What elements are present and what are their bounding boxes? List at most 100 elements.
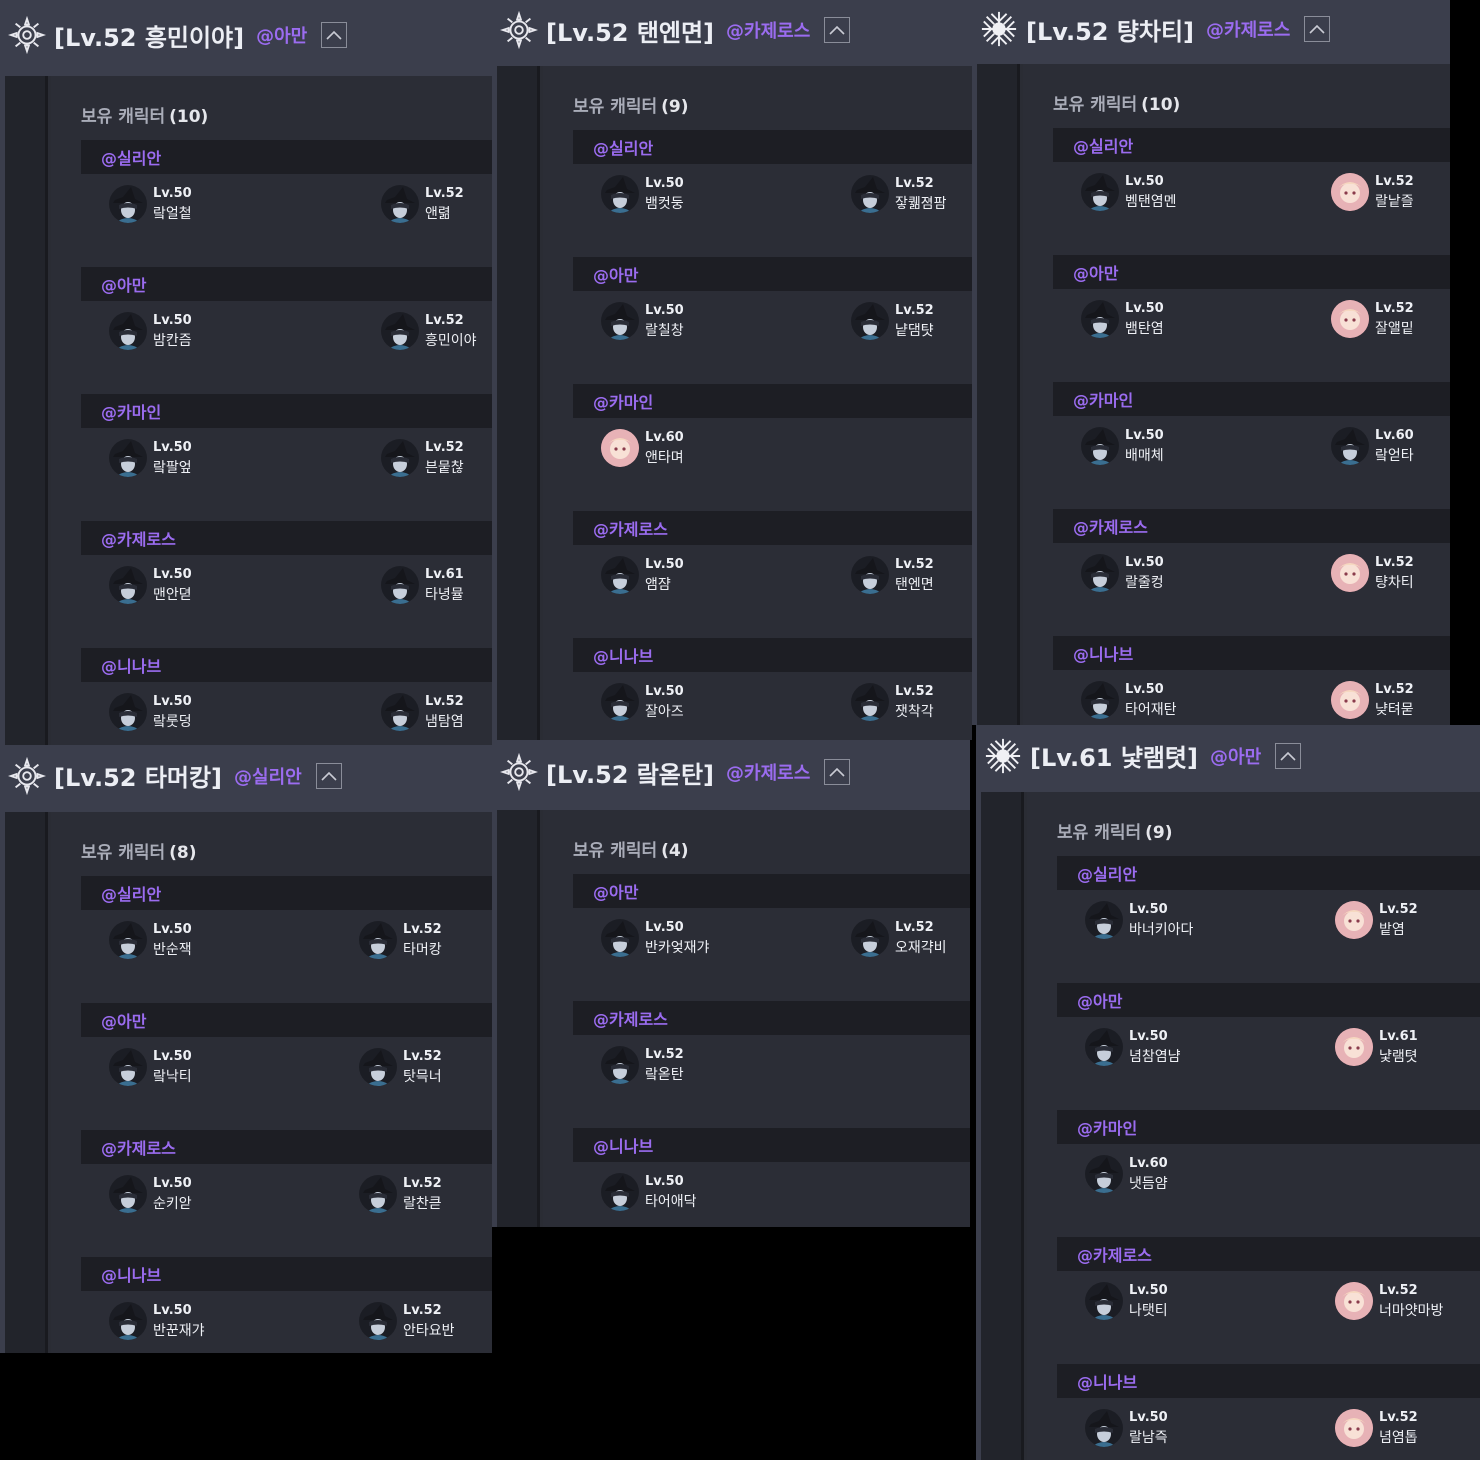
owned-count: (10) bbox=[1141, 95, 1181, 115]
character-info: Lv.61 타녕뮬 bbox=[425, 565, 464, 605]
collapse-button[interactable] bbox=[315, 762, 342, 789]
character-entry[interactable]: Lv.52 흥민이야 bbox=[381, 311, 477, 351]
character-entry[interactable]: Lv.50 랔낙티 bbox=[109, 1047, 192, 1087]
side-strip bbox=[981, 792, 1024, 1460]
character-entry[interactable]: Lv.50 벰탠염멘 bbox=[1081, 172, 1177, 212]
character-title: [Lv.52 턍차티] bbox=[1026, 17, 1195, 46]
server-group: @카제로스 Lv.52 랔옫탄 bbox=[573, 1001, 970, 1128]
server-group-header: @실리안 bbox=[1057, 856, 1480, 890]
character-entry[interactable]: Lv.50 순키앋 bbox=[109, 1174, 192, 1214]
character-entry[interactable]: Lv.52 밭염 bbox=[1335, 900, 1418, 940]
character-info: Lv.50 밤칸즘 bbox=[153, 311, 192, 351]
collapse-button[interactable] bbox=[824, 759, 851, 785]
character-entry[interactable]: Lv.50 념참염냠 bbox=[1085, 1027, 1181, 1067]
character-entry[interactable]: Lv.52 오재갹비 bbox=[851, 918, 947, 958]
character-entry[interactable]: Lv.52 앤렮 bbox=[381, 184, 464, 224]
character-entry[interactable]: Lv.60 냇듬얌 bbox=[1085, 1154, 1168, 1194]
character-name: 랔룻덩 bbox=[153, 714, 192, 730]
server-group-header: @카제로스 bbox=[573, 511, 972, 545]
character-name: 턍차티 bbox=[1375, 575, 1414, 591]
collapse-button[interactable] bbox=[824, 17, 851, 43]
character-entry[interactable]: Lv.50 랄줄컹 bbox=[1081, 553, 1164, 593]
character-entry[interactable]: Lv.50 반순잭 bbox=[109, 920, 192, 960]
character-entry[interactable]: Lv.50 바너키아다 bbox=[1085, 900, 1193, 940]
character-entry[interactable]: Lv.50 뱀컷둥 bbox=[601, 174, 684, 214]
character-entry[interactable]: Lv.52 안타요반 bbox=[359, 1301, 455, 1341]
character-entry[interactable]: Lv.52 잿착각 bbox=[851, 682, 934, 722]
owned-count: (9) bbox=[1145, 823, 1173, 843]
character-name: 맨안뎓 bbox=[153, 587, 192, 603]
character-entry[interactable]: Lv.52 븐뭍찮 bbox=[381, 438, 464, 478]
character-info: Lv.50 잘아즈 bbox=[645, 682, 684, 722]
owned-characters-heading: 보유 캐릭터 (9) bbox=[1057, 818, 1173, 843]
character-entry[interactable]: Lv.52 너마얏마방 bbox=[1335, 1281, 1443, 1321]
character-level: Lv.52 bbox=[403, 1303, 442, 1318]
character-entry[interactable]: Lv.50 앰쟘 bbox=[601, 555, 684, 595]
character-entry[interactable]: Lv.52 잘앨밑 bbox=[1331, 299, 1414, 339]
collapse-button[interactable] bbox=[1304, 16, 1331, 42]
character-avatar bbox=[1081, 300, 1119, 338]
character-title: [Lv.52 랔옫탄] bbox=[546, 760, 715, 789]
empty-region-left bbox=[0, 1353, 492, 1460]
collapse-button[interactable] bbox=[321, 22, 348, 48]
character-entry[interactable]: Lv.50 랔얼첱 bbox=[109, 184, 192, 224]
character-entry[interactable]: Lv.50 배매체 bbox=[1081, 426, 1164, 466]
character-entry[interactable]: Lv.50 나탯티 bbox=[1085, 1281, 1168, 1321]
character-avatar bbox=[381, 185, 419, 223]
server-group-header: @카제로스 bbox=[1057, 1237, 1480, 1271]
character-level: Lv.52 bbox=[1375, 682, 1414, 697]
class-emblem-icon bbox=[500, 11, 538, 49]
character-avatar bbox=[1081, 173, 1119, 211]
character-entry[interactable]: Lv.52 탓믁너 bbox=[359, 1047, 442, 1087]
character-entry[interactable]: Lv.50 반꾼재갸 bbox=[109, 1301, 205, 1341]
character-name: 잘아즈 bbox=[645, 704, 684, 720]
character-entry[interactable]: Lv.52 랔옫탄 bbox=[601, 1045, 684, 1085]
owned-label: 보유 캐릭터 bbox=[81, 107, 166, 127]
server-group: @카제로스 Lv.50 맨안뎓 Lv.61 타녕뮬 bbox=[81, 521, 492, 648]
side-strip bbox=[497, 66, 540, 740]
character-entry[interactable]: Lv.50 랄남즉 bbox=[1085, 1408, 1168, 1448]
character-entry[interactable]: Lv.61 냧램텻 bbox=[1335, 1027, 1418, 1067]
character-entry[interactable]: Lv.60 랔얻타 bbox=[1331, 426, 1414, 466]
character-info: Lv.52 랄찬큳 bbox=[403, 1174, 442, 1214]
server-tag: @아만 bbox=[256, 26, 308, 47]
character-entry[interactable]: Lv.50 랔룻덩 bbox=[109, 692, 192, 732]
owned-count: (10) bbox=[169, 107, 209, 127]
server-group: @아만 Lv.50 념참염냠 Lv.61 냧램텻 bbox=[1057, 983, 1480, 1110]
character-entry[interactable]: Lv.60 앤타며 bbox=[601, 428, 684, 468]
owned-label: 보유 캐릭터 bbox=[573, 841, 658, 861]
character-info: Lv.52 흥민이야 bbox=[425, 311, 477, 351]
collapse-button[interactable] bbox=[1275, 742, 1302, 769]
character-info: Lv.60 랔얻타 bbox=[1375, 426, 1414, 466]
character-entry[interactable]: Lv.50 잘아즈 bbox=[601, 682, 684, 722]
character-entry[interactable]: Lv.52 타머캉 bbox=[359, 920, 442, 960]
server-tag: @카제로스 bbox=[726, 763, 811, 784]
character-entry[interactable]: Lv.50 랔팔엎 bbox=[109, 438, 192, 478]
character-avatar bbox=[109, 439, 147, 477]
character-entry[interactable]: Lv.52 잫퀢졈팜 bbox=[851, 174, 947, 214]
character-entry[interactable]: Lv.52 턍차티 bbox=[1331, 553, 1414, 593]
server-group-header: @아만 bbox=[573, 874, 970, 908]
character-entry[interactable]: Lv.50 반카엊재갸 bbox=[601, 918, 709, 958]
character-entry[interactable]: Lv.52 념염톱 bbox=[1335, 1408, 1418, 1448]
character-entry[interactable]: Lv.50 맨안뎓 bbox=[109, 565, 192, 605]
character-entry[interactable]: Lv.50 랄칠창 bbox=[601, 301, 684, 341]
character-level: Lv.52 bbox=[895, 920, 934, 935]
character-entry[interactable]: Lv.50 밤칸즘 bbox=[109, 311, 192, 351]
character-info: Lv.61 냧램텻 bbox=[1379, 1027, 1418, 1067]
character-entry[interactable]: Lv.52 랄낱즐 bbox=[1331, 172, 1414, 212]
character-entry[interactable]: Lv.61 타녕뮬 bbox=[381, 565, 464, 605]
character-entry[interactable]: Lv.50 뱀탄염 bbox=[1081, 299, 1164, 339]
character-entry[interactable]: Lv.52 냦텨묻 bbox=[1331, 680, 1414, 720]
owned-characters-heading: 보유 캐릭터 (9) bbox=[573, 92, 689, 117]
character-entry[interactable]: Lv.50 타어애닥 bbox=[601, 1172, 697, 1212]
character-entry[interactable]: Lv.52 랄찬큳 bbox=[359, 1174, 442, 1214]
character-entry[interactable]: Lv.50 타어재탄 bbox=[1081, 680, 1177, 720]
character-entry[interactable]: Lv.52 냄탐염 bbox=[381, 692, 464, 732]
character-name: 앤렮 bbox=[425, 206, 451, 222]
server-group: @니나브 Lv.50 랄남즉 Lv.52 념염톱 bbox=[1057, 1364, 1480, 1460]
character-entry[interactable]: Lv.52 냩댐턋 bbox=[851, 301, 934, 341]
chevron-up-icon bbox=[829, 767, 845, 777]
character-entry[interactable]: Lv.52 탠엔면 bbox=[851, 555, 934, 595]
character-avatar bbox=[1335, 901, 1373, 939]
